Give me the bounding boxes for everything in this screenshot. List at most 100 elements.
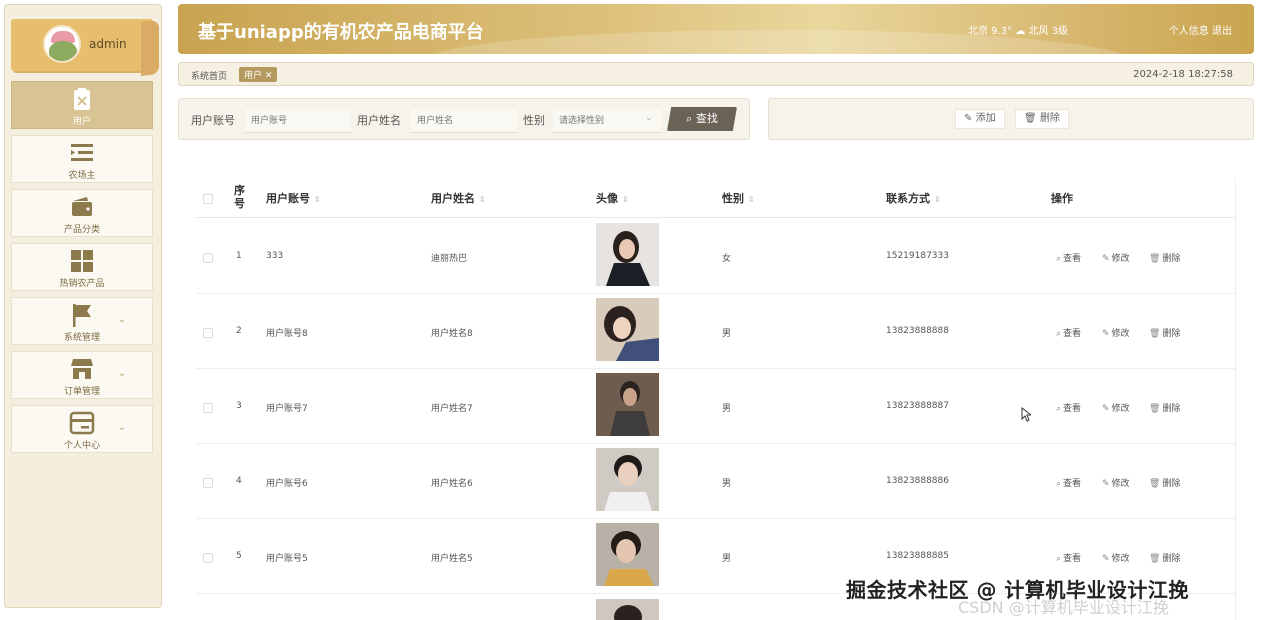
user-card[interactable]: admin [11, 19, 159, 76]
edit-button[interactable]: ✎ 修改 [1102, 251, 1130, 264]
shop-icon [71, 359, 93, 379]
view-button[interactable]: ⌕ 查看 [1056, 326, 1081, 339]
edit-button[interactable]: ✎ 修改 [1102, 551, 1130, 564]
pencil-icon: ✎ [964, 113, 973, 124]
add-button-label: 添加 [975, 113, 996, 124]
delete-row-button[interactable]: 🗑 删除 [1149, 251, 1180, 264]
logout-link[interactable]: 退出 [1212, 26, 1232, 37]
col-phone[interactable]: 联系方式 ⇕ [886, 190, 941, 206]
sidebar-item-profile[interactable]: ⌄ 个人中心 [11, 405, 153, 453]
clipboard-x-icon [74, 88, 90, 110]
cell-gender: 男 [722, 479, 732, 489]
sidebar-item-orders[interactable]: ⌄ 订单管理 [11, 351, 153, 399]
sort-icon: ⇕ [313, 195, 321, 204]
profile-link[interactable]: 个人信息 [1169, 26, 1209, 37]
table-row: 2 用户账号8 用户姓名8 男 13823888888 ⌕ 查看 ✎ 修改 🗑 删除 [196, 294, 1236, 369]
wallet-icon [72, 197, 92, 216]
cell-account: 用户账号8 [266, 329, 308, 339]
sidebar-item-label: 系统管理 [63, 333, 100, 343]
row-checkbox[interactable] [203, 553, 213, 563]
list-indent-icon [71, 144, 93, 161]
cell-account: 用户账号7 [266, 404, 308, 414]
chevron-down-icon: ⌄ [117, 422, 126, 433]
name-input[interactable] [411, 109, 517, 133]
edit-button[interactable]: ✎ 修改 [1102, 401, 1130, 414]
add-button[interactable]: ✎ 添加 [955, 109, 1005, 129]
delete-row-button[interactable]: 🗑 删除 [1149, 551, 1180, 564]
breadcrumb-home[interactable]: 系统首页 [191, 69, 227, 82]
header-links: 个人信息 退出 [1169, 22, 1232, 37]
row-checkbox[interactable] [203, 403, 213, 413]
current-time: 2024-2-18 18:27:58 [1133, 69, 1233, 80]
sidebar-item-label: 热销农产品 [59, 279, 105, 289]
view-button[interactable]: ⌕ 查看 [1056, 401, 1081, 414]
delete-button[interactable]: 🗑 删除 [1015, 109, 1069, 129]
sidebar-item-label: 产品分类 [63, 225, 100, 235]
sidebar-item-system[interactable]: ⌄ 系统管理 [11, 297, 153, 345]
sort-icon: ⇕ [621, 195, 629, 204]
cell-seq: 4 [236, 476, 242, 486]
search-icon: ⌕ [1056, 554, 1062, 564]
search-icon: ⌕ [1056, 254, 1062, 264]
sidebar-item-label: 订单管理 [63, 387, 100, 397]
sidebar-item-categories[interactable]: 产品分类 [11, 189, 153, 237]
edit-button[interactable]: ✎ 修改 [1102, 326, 1130, 339]
trash-icon: 🗑 [1149, 404, 1161, 414]
view-button[interactable]: ⌕ 查看 [1056, 476, 1081, 489]
account-input[interactable] [245, 109, 351, 133]
delete-row-button[interactable]: 🗑 删除 [1149, 476, 1180, 489]
sidebar-item-farmers[interactable]: 农场主 [11, 135, 153, 183]
flag-icon [73, 304, 91, 327]
cell-account: 用户账号6 [266, 479, 308, 489]
cell-seq: 2 [236, 326, 242, 336]
sidebar-item-label: 个人中心 [63, 441, 100, 451]
breadcrumb: 系统首页 用户 ✕ 2024-2-18 18:27:58 [178, 62, 1254, 86]
row-checkbox[interactable] [203, 253, 213, 263]
edit-button[interactable]: ✎ 修改 [1102, 476, 1130, 489]
col-gender[interactable]: 性别 ⇕ [722, 190, 755, 206]
weather-widget: 北京 9.3° ☁ 北风 3级 [968, 26, 1068, 37]
grid-icon [71, 250, 93, 272]
col-name[interactable]: 用户姓名 ⇕ [431, 190, 486, 206]
name-label: 用户姓名 [357, 114, 401, 127]
search-button[interactable]: ⌕ 查找 [667, 107, 737, 131]
row-checkbox[interactable] [203, 478, 213, 488]
trash-icon: 🗑 [1149, 479, 1161, 489]
tab-users[interactable]: 用户 ✕ [239, 67, 278, 82]
trash-icon: 🗑 [1149, 254, 1161, 264]
cell-account: 用户账号5 [266, 554, 308, 564]
trash-icon: 🗑 [1024, 113, 1037, 124]
mouse-cursor-icon [1021, 407, 1031, 422]
cell-seq: 5 [236, 551, 242, 561]
cell-phone: 13823888887 [886, 401, 949, 411]
col-account[interactable]: 用户账号 ⇕ [266, 190, 321, 206]
cell-name: 用户姓名7 [431, 404, 473, 414]
account-label: 用户账号 [191, 114, 235, 127]
sort-icon: ⇕ [933, 195, 941, 204]
col-ops: 操作 [1051, 192, 1073, 205]
sidebar-item-label: 农场主 [68, 171, 96, 181]
table-row: 3 用户账号7 用户姓名7 男 13823888887 ⌕ 查看 ✎ 修改 🗑 删除 [196, 369, 1236, 444]
view-button[interactable]: ⌕ 查看 [1056, 251, 1081, 264]
view-button[interactable]: ⌕ 查看 [1056, 551, 1081, 564]
search-icon: ⌕ [1056, 404, 1062, 414]
pencil-icon: ✎ [1102, 404, 1110, 414]
col-avatar[interactable]: 头像 ⇕ [596, 190, 629, 206]
select-all-checkbox[interactable] [203, 194, 213, 204]
sidebar-item-hot-products[interactable]: 热销农产品 [11, 243, 153, 291]
sidebar-item-users[interactable]: 用户 [11, 81, 153, 129]
pencil-icon: ✎ [1102, 254, 1110, 264]
search-icon: ⌕ [1056, 479, 1062, 489]
cell-gender: 男 [722, 554, 732, 564]
app-title: 基于uniapp的有机农产品电商平台 [198, 22, 484, 43]
sidebar: admin 用户 农场主 产品分类 热销农产品 ⌄ 系统管理 ⌄ 订单管理 ⌄ … [4, 4, 162, 608]
avatar[interactable] [43, 25, 81, 63]
chevron-down-icon: ⌄ [117, 368, 126, 379]
cell-name: 迪丽热巴 [431, 254, 468, 264]
row-checkbox[interactable] [203, 328, 213, 338]
users-table: 序号 用户账号 ⇕ 用户姓名 ⇕ 头像 ⇕ 性别 ⇕ 联系方式 ⇕ 操作 1 3… [196, 178, 1236, 620]
delete-row-button[interactable]: 🗑 删除 [1149, 401, 1180, 414]
avatar-photo [596, 373, 659, 436]
search-panel: 用户账号 用户姓名 性别 ⌄ ⌕ 查找 [178, 98, 750, 140]
delete-row-button[interactable]: 🗑 删除 [1149, 326, 1180, 339]
